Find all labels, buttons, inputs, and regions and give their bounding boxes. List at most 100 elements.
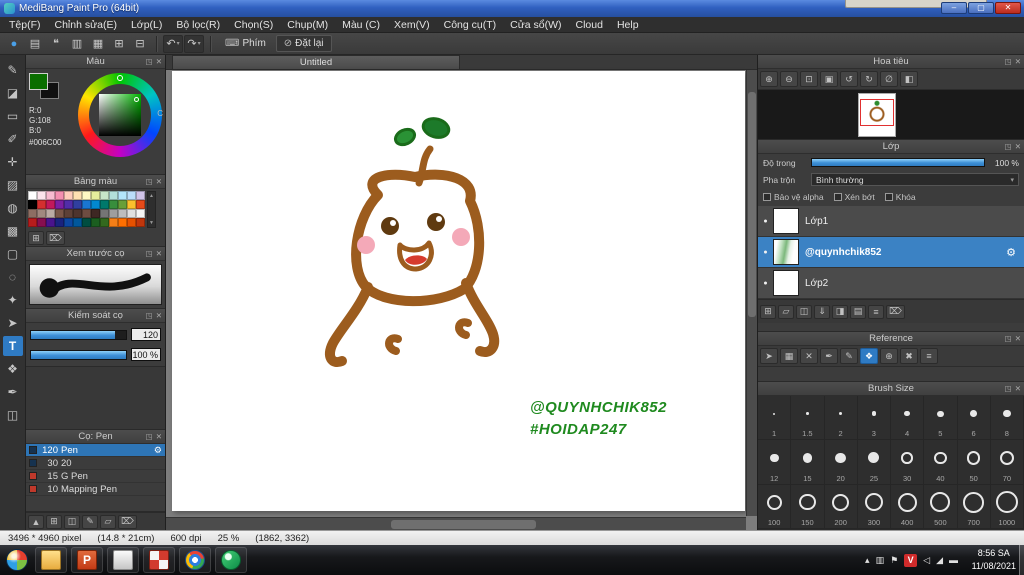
add-brush-icon[interactable]: ⊞ (46, 514, 62, 529)
palette-swatch[interactable] (28, 209, 37, 218)
palette-swatch[interactable] (109, 218, 118, 227)
brush-size-cell[interactable]: 20 (824, 440, 858, 485)
gear-icon[interactable]: ⚙ (1006, 246, 1016, 259)
tiles-app-icon[interactable] (143, 547, 175, 573)
document-tab[interactable]: Untitled (172, 55, 460, 69)
delete-brush-icon[interactable]: ⌦ (118, 514, 137, 529)
speaker-icon[interactable]: ◁ (923, 555, 930, 566)
layer-visibility-icon[interactable]: ● (758, 218, 773, 225)
brush-size-cell[interactable]: 700 (957, 484, 991, 529)
panels-icon[interactable]: ▥ (67, 35, 87, 53)
palette-swatch[interactable] (73, 191, 82, 200)
brush-size-cell[interactable]: 500 (924, 484, 958, 529)
magic-wand-tool[interactable]: ✦ (3, 290, 23, 310)
select-tool[interactable]: ▢ (3, 244, 23, 264)
medibang-icon[interactable] (215, 547, 247, 573)
palette-swatch[interactable] (55, 209, 64, 218)
palette-swatch[interactable] (55, 218, 64, 227)
scroll-down-icon[interactable]: ▼ (149, 220, 154, 226)
palette-swatch[interactable] (28, 200, 37, 209)
palette-swatch[interactable] (64, 209, 73, 218)
close-icon[interactable]: ✕ (1015, 57, 1021, 66)
redo-icon[interactable]: ↷ (184, 34, 204, 53)
palette-swatch[interactable] (109, 209, 118, 218)
color-swatch-pair[interactable] (29, 73, 63, 103)
menu-item[interactable]: Chụp(M) (280, 17, 335, 32)
palette-swatch[interactable] (136, 209, 145, 218)
saturation-cursor-icon[interactable] (134, 97, 139, 102)
menu-item[interactable]: Cloud (569, 17, 610, 32)
palette-swatch[interactable] (82, 200, 91, 209)
palette-swatch[interactable] (127, 218, 136, 227)
palette-swatch[interactable] (37, 200, 46, 209)
image-ref-icon[interactable]: ▦ (780, 348, 798, 364)
brush-size-cell[interactable]: 1000 (990, 484, 1024, 529)
horizontal-scrollbar[interactable] (166, 517, 746, 530)
hue-cursor-icon[interactable] (117, 75, 123, 81)
brush-size-cell[interactable]: 1 (758, 396, 792, 441)
eyedropper-tool[interactable]: ✒ (3, 382, 23, 402)
zoom-in-icon[interactable]: ⊕ (760, 71, 778, 87)
palette-swatch[interactable] (37, 218, 46, 227)
palette-swatch[interactable] (46, 191, 55, 200)
brush-folder-icon[interactable]: ▱ (100, 514, 116, 529)
duplicate-layer-icon[interactable]: ◫ (796, 304, 812, 319)
popout-icon[interactable]: ◳ (146, 57, 153, 66)
close-icon[interactable]: ✕ (156, 177, 162, 186)
menu-item[interactable]: Bộ lọc(R) (169, 17, 227, 32)
start-button[interactable] (3, 547, 31, 573)
palette-swatch[interactable] (46, 200, 55, 209)
color-wheel[interactable]: C (78, 73, 163, 157)
palette-scrollbar[interactable]: ▲ ▼ (147, 191, 156, 228)
palette-swatch[interactable] (28, 218, 37, 227)
tray-expand-icon[interactable]: ▴ (865, 555, 870, 566)
brush-size-value[interactable]: 120 (131, 328, 161, 341)
popout-icon[interactable]: ◳ (146, 432, 153, 441)
brush-size-cell[interactable]: 3 (857, 396, 891, 441)
close-icon[interactable]: ✕ (156, 249, 162, 258)
fill-tool[interactable]: ▨ (3, 175, 23, 195)
brush-size-cell[interactable]: 1.5 (791, 396, 825, 441)
phim-button[interactable]: ⌨ Phím (217, 35, 274, 52)
text-tool[interactable]: T (2, 336, 23, 356)
chrome-icon[interactable] (179, 547, 211, 573)
save-icon[interactable]: ▤ (25, 35, 45, 53)
scroll-up-icon[interactable]: ▲ (149, 193, 154, 199)
delete-color-icon[interactable]: ⌦ (46, 231, 65, 245)
brush-size-cell[interactable]: 70 (990, 440, 1024, 485)
show-desktop-button[interactable] (1019, 545, 1024, 575)
brush-size-cell[interactable]: 25 (857, 440, 891, 485)
brush-size-cell[interactable]: 50 (957, 440, 991, 485)
close-icon[interactable]: ✕ (1015, 142, 1021, 151)
menu-item[interactable]: Cửa sổ(W) (503, 17, 568, 32)
palette-swatch[interactable] (91, 191, 100, 200)
menu-item[interactable]: Help (610, 17, 646, 32)
brush-size-cell[interactable]: 6 (957, 396, 991, 441)
clear-ref-icon[interactable]: ✖ (900, 348, 918, 364)
fit-window-icon[interactable]: ⊡ (800, 71, 818, 87)
close-icon[interactable]: ✕ (1015, 384, 1021, 393)
palette-swatch[interactable] (100, 200, 109, 209)
explorer-icon[interactable] (35, 547, 67, 573)
minimize-button[interactable]: – (941, 2, 967, 14)
menu-item[interactable]: Lớp(L) (124, 17, 169, 32)
palette-swatch[interactable] (46, 218, 55, 227)
palette-swatch[interactable] (73, 218, 82, 227)
layer-visibility-icon[interactable]: ● (758, 249, 773, 256)
unikey-icon[interactable]: V (904, 553, 918, 567)
brush-item[interactable]: 10 Mapping Pen (26, 483, 165, 496)
palette-swatch[interactable] (118, 218, 127, 227)
brush-size-slider[interactable] (30, 329, 127, 340)
flip-view-icon[interactable]: ◧ (900, 71, 918, 87)
palette-swatch[interactable] (127, 200, 136, 209)
layer-settings-icon[interactable]: ▤ (850, 304, 866, 319)
palette-swatch[interactable] (91, 218, 100, 227)
brush-size-cell[interactable]: 4 (891, 396, 925, 441)
menu-item[interactable]: Chỉnh sửa(E) (48, 17, 124, 32)
marker-tool[interactable]: ✐ (3, 129, 23, 149)
palette-swatch[interactable] (100, 191, 109, 200)
palette-swatch[interactable] (109, 200, 118, 209)
close-icon[interactable]: ✕ (1015, 334, 1021, 343)
brush-size-cell[interactable]: 150 (791, 484, 825, 529)
layer-checkbox[interactable]: Xén bớt (833, 192, 875, 202)
